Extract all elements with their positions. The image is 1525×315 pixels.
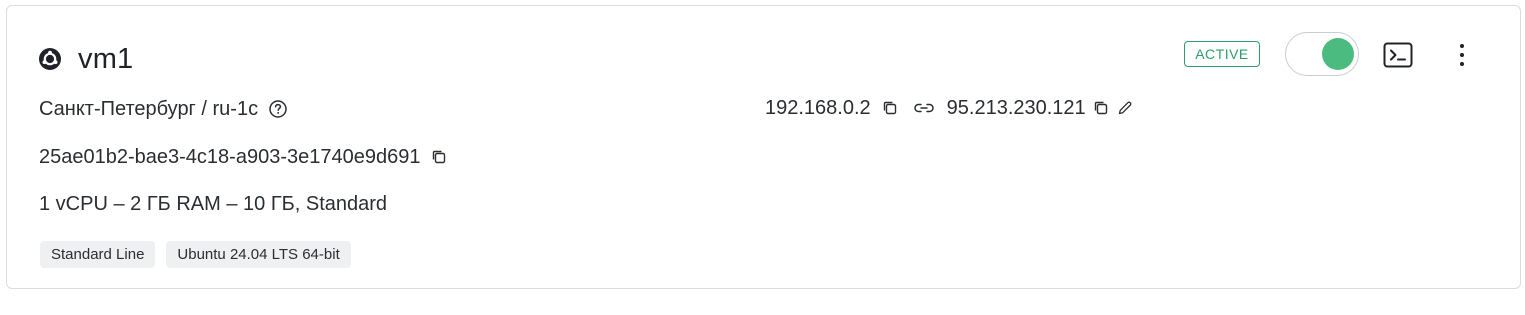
ubuntu-icon (39, 48, 61, 70)
link-icon (913, 99, 935, 117)
tag-line: Standard Line (40, 240, 156, 268)
copy-icon[interactable] (881, 99, 899, 117)
vm-name[interactable]: vm1 (78, 43, 133, 76)
vm-header: vm1 (39, 39, 133, 79)
vm-uuid: 25ae01b2-bae3-4c18-a903-3e1740e9d691 (39, 145, 421, 168)
help-circle-icon[interactable] (268, 99, 288, 119)
specs-row: 1 vCPU – 2 ГБ RAM – 10 ГБ, Standard (39, 190, 387, 218)
tags-row: Standard Line Ubuntu 24.04 LTS 64-bit (40, 240, 362, 268)
uuid-row: 25ae01b2-bae3-4c18-a903-3e1740e9d691 (39, 143, 448, 171)
vm-location: Санкт-Петербург / ru-1c (39, 97, 259, 120)
tag-os: Ubuntu 24.04 LTS 64-bit (166, 240, 351, 268)
vm-card: vm1 Санкт-Петербург / ru-1c 25ae01b2-bae… (6, 5, 1521, 289)
private-ip: 192.168.0.2 (765, 96, 871, 119)
ip-row: 192.168.0.2 95.213.230.121 (765, 94, 1134, 122)
vm-specs: 1 vCPU – 2 ГБ RAM – 10 ГБ, Standard (39, 192, 388, 215)
public-ip: 95.213.230.121 (946, 96, 1086, 119)
status-badge: ACTIVE (1184, 41, 1260, 67)
copy-icon[interactable] (430, 148, 448, 166)
copy-icon[interactable] (1092, 99, 1110, 117)
terminal-icon[interactable] (1383, 42, 1413, 68)
pencil-icon[interactable] (1116, 99, 1134, 117)
more-vertical-icon[interactable] (1453, 40, 1471, 70)
toggle-knob (1322, 38, 1354, 70)
location-row: Санкт-Петербург / ru-1c (39, 95, 288, 123)
power-toggle[interactable] (1285, 32, 1359, 76)
